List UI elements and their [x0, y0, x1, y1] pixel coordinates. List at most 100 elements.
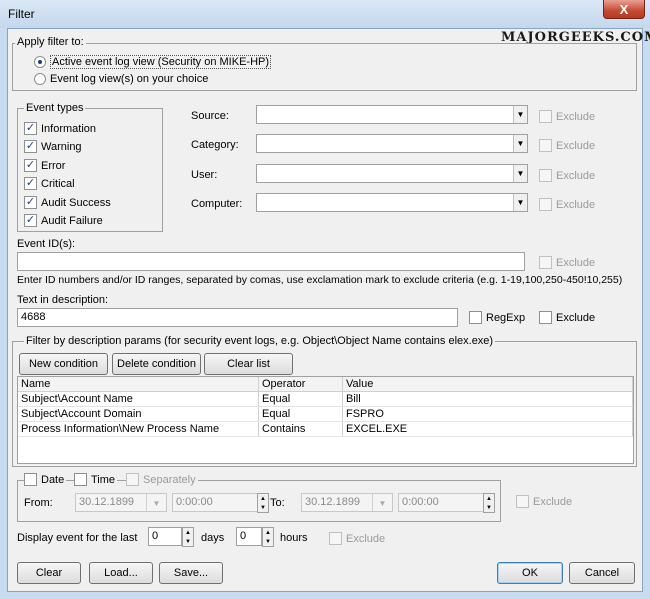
user-exclude[interactable]: Exclude [539, 169, 595, 182]
event-id-exclude-box[interactable] [539, 256, 552, 269]
last-exclude-box[interactable] [329, 532, 342, 545]
checkbox-audit-success-box[interactable]: ✓ [24, 196, 37, 209]
load-button[interactable]: Load... [89, 562, 153, 584]
source-exclude-label: Exclude [556, 110, 596, 123]
category-exclude[interactable]: Exclude [539, 139, 595, 152]
checkbox-information-box[interactable]: ✓ [24, 122, 37, 135]
checkbox-error-label: Error [41, 159, 66, 172]
table-row[interactable]: Process Information\New Process Name Con… [18, 422, 633, 437]
spin-down-icon[interactable]: ▼ [185, 539, 191, 545]
conditions-table[interactable]: Name Operator Value Subject\Account Name… [17, 376, 634, 464]
checkbox-critical-box[interactable]: ✓ [24, 177, 37, 190]
date-checkbox-box[interactable] [24, 473, 37, 486]
event-id-input[interactable] [17, 252, 525, 271]
radio-choice-view[interactable]: Event log view(s) on your choice [34, 73, 208, 85]
days-input[interactable]: 0 [148, 527, 182, 546]
time-checkbox[interactable]: Time [74, 473, 118, 486]
chevron-down-icon[interactable]: ▼ [513, 106, 527, 123]
delete-condition-button[interactable]: Delete condition [112, 353, 201, 375]
event-id-exclude[interactable]: Exclude [539, 256, 595, 269]
user-exclude-box[interactable] [539, 169, 552, 182]
hours-input[interactable]: 0 [236, 527, 262, 546]
column-header-operator[interactable]: Operator [259, 377, 343, 391]
datetime-exclude[interactable]: Exclude [516, 495, 572, 508]
cell-value: EXCEL.EXE [343, 422, 633, 436]
time-checkbox-box[interactable] [74, 473, 87, 486]
from-time-input[interactable]: 0:00:00 [172, 493, 258, 512]
checkbox-information-label: Information [41, 122, 97, 135]
to-time-spinner[interactable]: ▲ ▼ [483, 493, 495, 513]
spin-up-icon[interactable]: ▲ [260, 496, 266, 502]
separately-checkbox[interactable]: Separately [126, 473, 198, 486]
source-exclude-box[interactable] [539, 110, 552, 123]
category-combo[interactable]: ▼ [256, 134, 528, 153]
radio-choice-view-dot[interactable] [34, 73, 46, 85]
from-time-spinner[interactable]: ▲ ▼ [257, 493, 269, 513]
user-exclude-label: Exclude [556, 169, 596, 182]
checkbox-information[interactable]: ✓ Information [24, 122, 96, 135]
hours-spinner[interactable]: ▲ ▼ [262, 527, 274, 547]
computer-exclude[interactable]: Exclude [539, 198, 595, 211]
last-exclude[interactable]: Exclude [329, 532, 385, 545]
checkbox-audit-success[interactable]: ✓ Audit Success [24, 196, 111, 209]
checkbox-audit-failure-box[interactable]: ✓ [24, 214, 37, 227]
spin-up-icon[interactable]: ▲ [486, 496, 492, 502]
spin-up-icon[interactable]: ▲ [265, 530, 271, 536]
regexp-checkbox[interactable]: RegExp [469, 311, 525, 324]
days-label: days [201, 532, 225, 544]
to-date-input[interactable]: 30.12.1899 ▼ [301, 493, 393, 512]
computer-exclude-box[interactable] [539, 198, 552, 211]
checkbox-audit-failure[interactable]: ✓ Audit Failure [24, 214, 103, 227]
computer-combo[interactable]: ▼ [256, 193, 528, 212]
clear-button[interactable]: Clear [17, 562, 81, 584]
source-label: Source: [191, 110, 229, 122]
checkbox-warning-box[interactable]: ✓ [24, 140, 37, 153]
from-date-value: 30.12.1899 [79, 496, 135, 508]
cell-name: Subject\Account Name [18, 392, 259, 406]
source-combo[interactable]: ▼ [256, 105, 528, 124]
chevron-down-icon[interactable]: ▼ [513, 135, 527, 152]
from-date-input[interactable]: 30.12.1899 ▼ [75, 493, 167, 512]
radio-active-view[interactable]: Active event log view (Security on MIKE-… [34, 55, 272, 69]
column-header-value[interactable]: Value [343, 377, 633, 391]
chevron-down-icon[interactable]: ▼ [513, 165, 527, 182]
checkbox-critical[interactable]: ✓ Critical [24, 177, 75, 190]
save-button[interactable]: Save... [159, 562, 223, 584]
calendar-dropdown-icon[interactable]: ▼ [372, 494, 392, 511]
ok-button[interactable]: OK [497, 562, 563, 584]
datetime-exclude-box[interactable] [516, 495, 529, 508]
checkbox-warning[interactable]: ✓ Warning [24, 140, 82, 153]
checkbox-error-box[interactable]: ✓ [24, 159, 37, 172]
source-exclude[interactable]: Exclude [539, 110, 595, 123]
to-time-input[interactable]: 0:00:00 [398, 493, 484, 512]
user-combo[interactable]: ▼ [256, 164, 528, 183]
text-desc-exclude-label: Exclude [556, 311, 596, 324]
separately-checkbox-box[interactable] [126, 473, 139, 486]
spin-down-icon[interactable]: ▼ [265, 539, 271, 545]
text-desc-exclude[interactable]: Exclude [539, 311, 595, 324]
spin-down-icon[interactable]: ▼ [486, 505, 492, 511]
date-checkbox[interactable]: Date [24, 473, 67, 486]
cancel-button[interactable]: Cancel [569, 562, 635, 584]
chevron-down-icon[interactable]: ▼ [513, 194, 527, 211]
radio-active-view-label: Active event log view (Security on MIKE-… [50, 55, 272, 69]
window-title: Filter [8, 7, 35, 21]
calendar-dropdown-icon[interactable]: ▼ [146, 494, 166, 511]
regexp-checkbox-box[interactable] [469, 311, 482, 324]
close-button[interactable]: X [603, 0, 645, 19]
table-row[interactable]: Subject\Account Name Equal Bill [18, 392, 633, 407]
days-spinner[interactable]: ▲ ▼ [182, 527, 194, 547]
spin-up-icon[interactable]: ▲ [185, 530, 191, 536]
text-desc-input[interactable]: 4688 [17, 308, 458, 327]
new-condition-button[interactable]: New condition [19, 353, 108, 375]
text-desc-label: Text in description: [17, 294, 109, 306]
text-desc-exclude-box[interactable] [539, 311, 552, 324]
category-exclude-box[interactable] [539, 139, 552, 152]
title-bar: Filter [0, 0, 650, 28]
checkbox-error[interactable]: ✓ Error [24, 159, 65, 172]
radio-active-view-dot[interactable] [34, 56, 46, 68]
spin-down-icon[interactable]: ▼ [260, 505, 266, 511]
column-header-name[interactable]: Name [18, 377, 259, 391]
table-row[interactable]: Subject\Account Domain Equal FSPRO [18, 407, 633, 422]
clear-list-button[interactable]: Clear list [204, 353, 293, 375]
